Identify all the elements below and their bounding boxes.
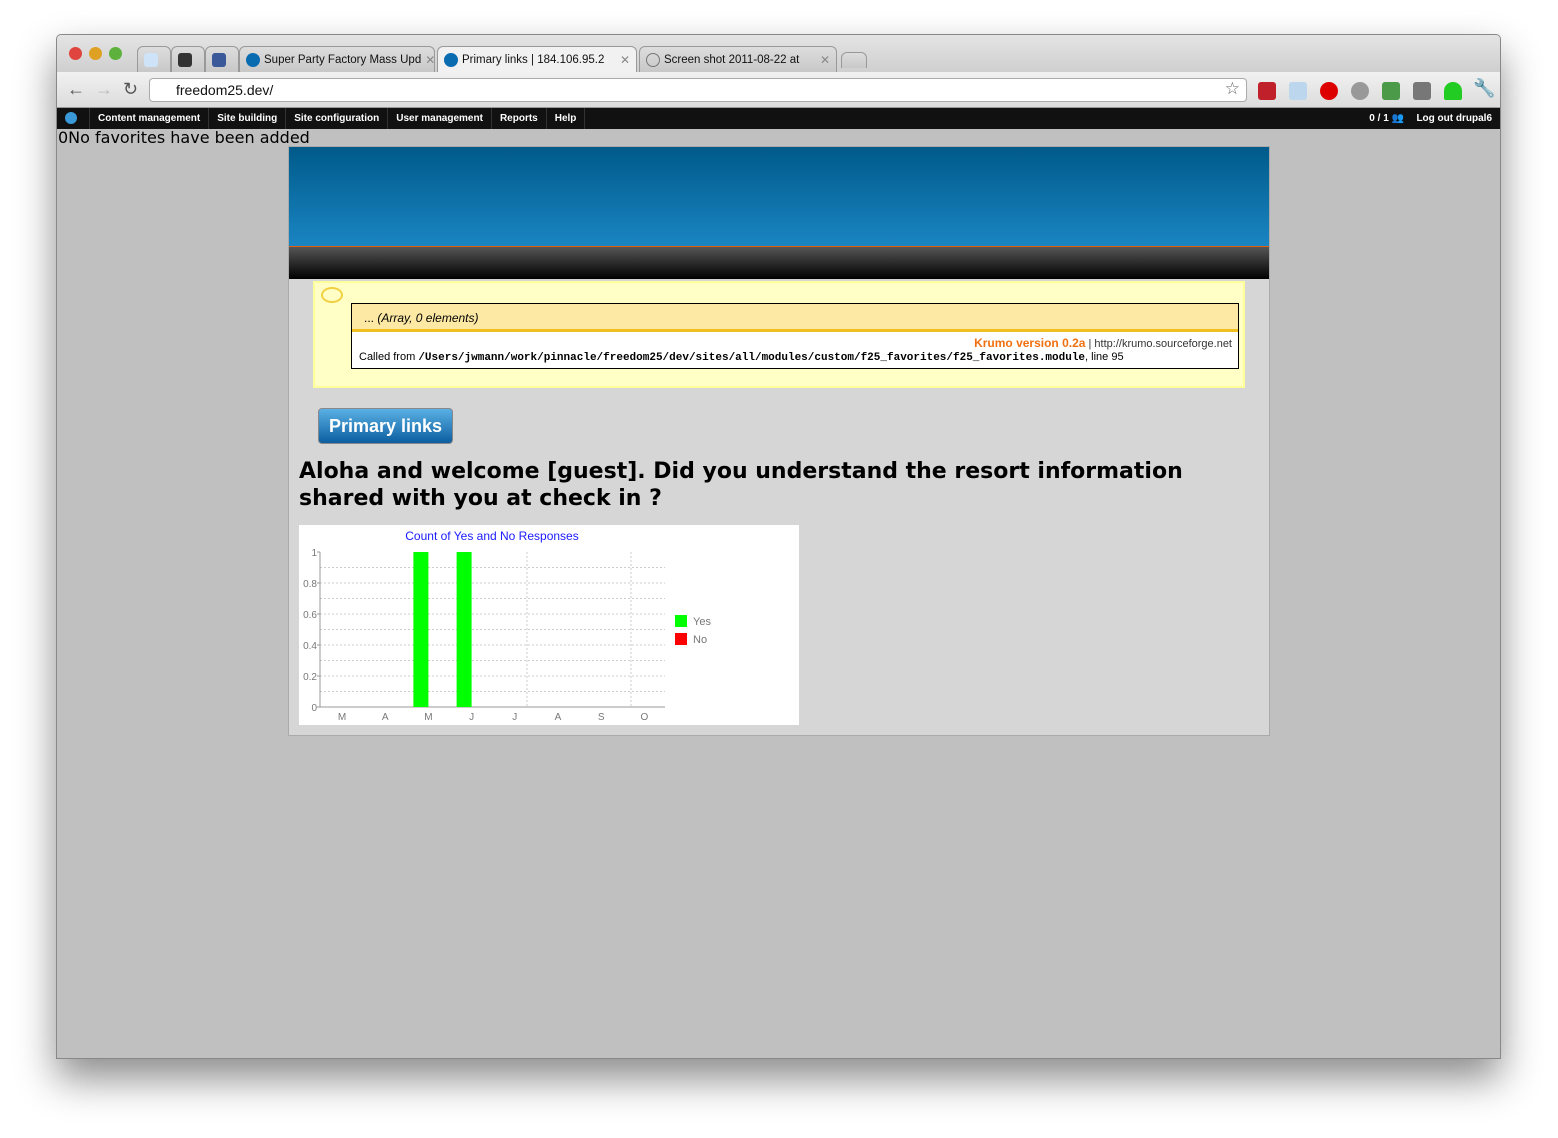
tab-reddit[interactable] — [137, 46, 171, 72]
drupal-icon[interactable] — [57, 108, 90, 129]
y-tick-label: 1 — [311, 548, 317, 559]
site-header — [289, 147, 1269, 247]
x-tick-label: J — [512, 712, 517, 723]
admin-menu-reports[interactable]: Reports — [492, 108, 547, 129]
chart-title: Count of Yes and No Responses — [405, 529, 578, 543]
admin-menu-help[interactable]: Help — [547, 108, 586, 129]
favorites-message: 0No favorites have been added — [58, 128, 310, 147]
question-heading: Aloha and welcome [guest]. Did you under… — [299, 459, 1183, 511]
gear-icon[interactable] — [1351, 82, 1369, 100]
yes-no-chart: Count of Yes and No Responses 0 0.2 0.4 0.6 0… — [299, 525, 799, 725]
close-tab-icon[interactable]: ✕ — [620, 53, 630, 67]
reddit-icon — [144, 52, 158, 67]
browser-toolbar: ← → ↻ freedom25.dev/☆ 🔧 — [57, 72, 1500, 108]
legend-swatch-yes — [675, 615, 687, 627]
admin-menu-site-configuration[interactable]: Site configuration — [286, 108, 389, 129]
krumo-debug-box: ... (Array, 0 elements) Krumo version 0.… — [313, 281, 1245, 388]
tab-plus[interactable] — [171, 46, 205, 72]
admin-menu-content-management[interactable]: Content management — [90, 108, 210, 129]
reload-button[interactable]: ↻ — [123, 79, 138, 100]
krumo-link[interactable]: http://krumo.sourceforge.net — [1094, 338, 1232, 350]
bar-yes — [413, 552, 429, 707]
legend-label-yes: Yes — [693, 616, 711, 628]
bar-yes — [456, 552, 472, 707]
drupal-icon — [246, 52, 260, 67]
y-tick-label: 0.4 — [303, 641, 317, 652]
users-icon: 👥 — [1391, 113, 1404, 124]
drupal-icon — [444, 52, 458, 67]
x-tick-label: A — [382, 712, 389, 723]
plus-icon — [178, 52, 192, 67]
facebook-icon — [212, 52, 226, 67]
tab-screenshot[interactable]: Screen shot 2011-08-22 at ✕ — [639, 46, 837, 72]
krumo-version: Krumo version 0.2a — [974, 336, 1086, 350]
admin-menu-site-building[interactable]: Site building — [209, 108, 287, 129]
x-tick-label: A — [555, 712, 562, 723]
tab-primary-links[interactable]: Primary links | 184.106.95.2 ✕ — [437, 46, 637, 72]
tag-icon[interactable] — [1413, 82, 1431, 100]
sprout-icon[interactable] — [1444, 82, 1462, 100]
bookmark-star-icon[interactable]: ☆ — [1225, 79, 1240, 99]
zoom-window-button[interactable] — [109, 47, 122, 60]
users-online-count[interactable]: 0 / 1 👥 — [1369, 113, 1404, 124]
refresh-extension-icon[interactable] — [1382, 82, 1400, 100]
x-tick-label: J — [469, 712, 474, 723]
tab-super-party[interactable]: Super Party Factory Mass Upd ✕ — [239, 46, 435, 72]
x-tick-label: M — [338, 712, 346, 723]
close-tab-icon[interactable]: ✕ — [820, 53, 830, 67]
x-tick-label: S — [598, 712, 605, 723]
adblock-icon[interactable] — [1320, 82, 1338, 100]
lastpass-icon[interactable] — [1258, 82, 1276, 100]
y-tick-label: 0 — [311, 703, 317, 714]
new-tab-button[interactable] — [841, 52, 867, 68]
logout-link[interactable]: Log out drupal6 — [1416, 113, 1492, 124]
krumo-path: /Users/jwmann/work/pinnacle/freedom25/de… — [418, 352, 1086, 364]
x-tick-label: O — [641, 712, 649, 723]
admin-menu: Content management Site building Site co… — [57, 108, 1500, 129]
page-content: ... (Array, 0 elements) Krumo version 0.… — [288, 146, 1270, 736]
forward-button[interactable]: → — [95, 79, 113, 100]
primary-links-button[interactable]: Primary links — [318, 408, 453, 444]
close-tab-icon[interactable]: ✕ — [425, 53, 434, 67]
krumo-array-row[interactable]: ... (Array, 0 elements) — [352, 304, 1238, 332]
speech-bubble-icon — [321, 287, 343, 303]
legend-swatch-no — [675, 633, 687, 645]
y-tick-label: 0.8 — [303, 579, 317, 590]
close-window-button[interactable] — [69, 47, 82, 60]
window-extension-icon[interactable] — [1289, 82, 1307, 100]
y-tick-label: 0.6 — [303, 610, 317, 621]
globe-icon — [646, 52, 660, 67]
tab-facebook[interactable] — [205, 46, 239, 72]
back-button[interactable]: ← — [67, 79, 85, 100]
address-bar[interactable]: freedom25.dev/☆ — [149, 78, 1247, 102]
header-nav-bar — [289, 247, 1269, 279]
legend-label-no: No — [693, 634, 707, 646]
y-tick-label: 0.2 — [303, 672, 317, 683]
wrench-icon[interactable]: 🔧 — [1473, 78, 1495, 99]
x-tick-label: M — [424, 712, 432, 723]
browser-window: Super Party Factory Mass Upd ✕ Primary li… — [56, 34, 1501, 1059]
chart-svg: Count of Yes and No Responses 0 0.2 0.4 0.6 0… — [303, 529, 711, 723]
krumo-output: ... (Array, 0 elements) Krumo version 0.… — [351, 303, 1239, 369]
tab-bar: Super Party Factory Mass Upd ✕ Primary li… — [57, 35, 1500, 72]
minimize-window-button[interactable] — [89, 47, 102, 60]
admin-menu-user-management[interactable]: User management — [388, 108, 492, 129]
